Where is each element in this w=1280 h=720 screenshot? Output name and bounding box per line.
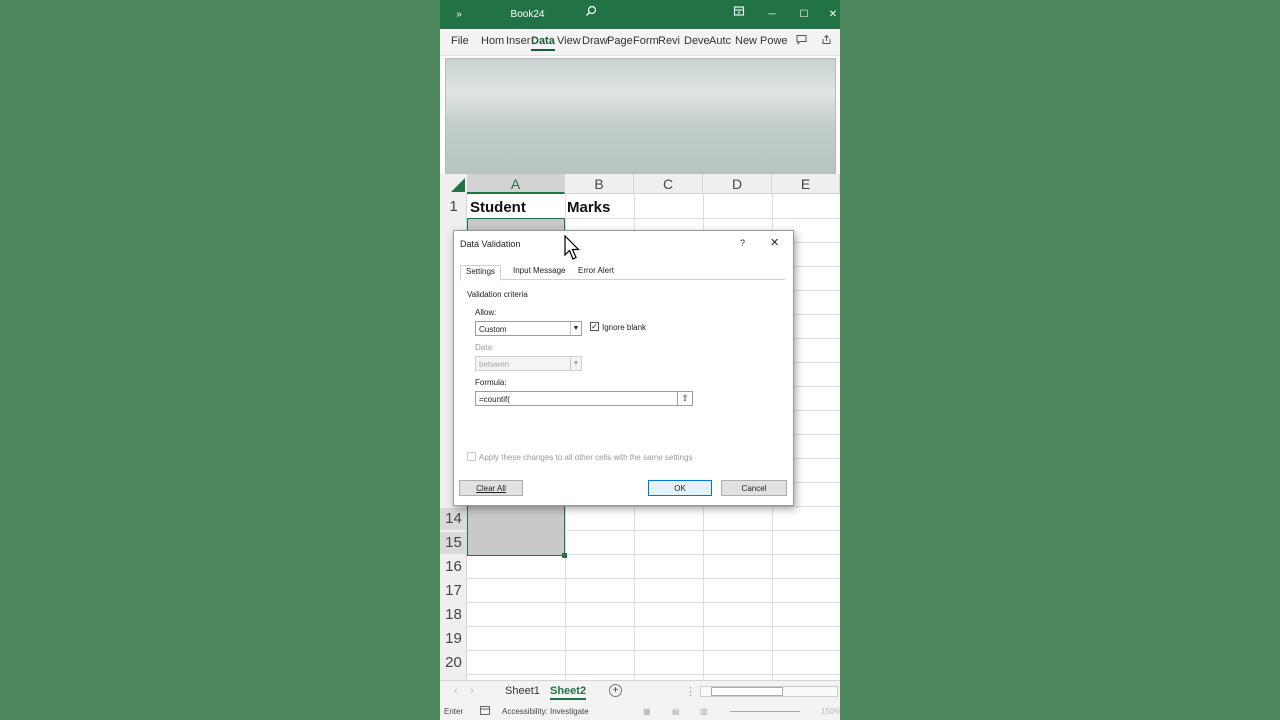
- row-header-20[interactable]: 20: [440, 652, 467, 674]
- dialog-tabs: Settings Input Message Error Alert: [460, 265, 785, 281]
- mouse-cursor-icon: [564, 234, 580, 266]
- tab-insert[interactable]: Inser: [506, 35, 530, 47]
- tab-formulas[interactable]: Form: [633, 35, 659, 47]
- chevron-down-icon: ▼: [570, 322, 581, 335]
- title-bar: » Book24 ─ ☐ ✕: [440, 0, 840, 29]
- cell-b1[interactable]: Marks: [567, 199, 610, 216]
- tab-new[interactable]: New: [735, 35, 757, 47]
- zoom-slider[interactable]: [730, 711, 800, 712]
- ignore-blank-label: Ignore blank: [602, 323, 647, 332]
- tab-input-message[interactable]: Input Message: [508, 265, 570, 279]
- status-bar: Enter Accessibility: Investigate ▦ ▤ ▥ 1…: [440, 702, 840, 720]
- ribbon-display-icon[interactable]: [730, 0, 748, 29]
- ignore-blank-checkbox[interactable]: ✓: [590, 322, 599, 331]
- workbook-title: Book24: [510, 9, 545, 20]
- tab-home[interactable]: Hom: [481, 35, 504, 47]
- zoom-level[interactable]: 150%: [821, 707, 840, 716]
- comment-icon[interactable]: [793, 34, 809, 50]
- workbook-stats-icon[interactable]: [480, 706, 490, 717]
- data-validation-dialog: Data Validation ? ✕ Settings Input Messa…: [453, 230, 794, 506]
- apply-to-all-label: Apply these changes to all other cells w…: [479, 453, 693, 462]
- split-handle-icon[interactable]: ⋮: [685, 685, 696, 698]
- sheet-nav-next-icon[interactable]: ›: [470, 685, 474, 697]
- accessibility-status[interactable]: Accessibility: Investigate: [502, 707, 589, 716]
- share-icon[interactable]: [818, 34, 834, 50]
- page-break-icon[interactable]: ▥: [700, 707, 708, 716]
- maximize-button[interactable]: ☐: [794, 0, 814, 29]
- search-icon[interactable]: [582, 0, 600, 29]
- sheet-nav-prev-icon[interactable]: ‹: [454, 685, 458, 697]
- tab-settings[interactable]: Settings: [460, 265, 501, 281]
- row-header-15[interactable]: 15: [440, 532, 467, 554]
- formula-input[interactable]: =countif( ⇧: [475, 391, 693, 406]
- normal-view-icon[interactable]: ▦: [643, 707, 651, 716]
- tab-page-layout[interactable]: Page: [607, 35, 633, 47]
- collapse-dialog-icon[interactable]: ⇧: [677, 392, 692, 405]
- column-header-c[interactable]: C: [634, 174, 703, 194]
- help-button[interactable]: ?: [740, 238, 745, 248]
- formula-input-value: =countif(: [479, 395, 510, 404]
- add-sheet-button[interactable]: +: [609, 684, 622, 697]
- sheet-tab-bar: ‹ › Sheet1 Sheet2 + ⋮: [440, 680, 840, 703]
- column-header-a[interactable]: A: [467, 174, 565, 194]
- tab-draw[interactable]: Draw: [582, 35, 608, 47]
- column-header-e[interactable]: E: [772, 174, 840, 194]
- tab-view[interactable]: View: [557, 35, 581, 47]
- validation-criteria-label: Validation criteria: [467, 290, 528, 299]
- row-header-17[interactable]: 17: [440, 580, 467, 602]
- dialog-close-button[interactable]: ✕: [770, 236, 779, 249]
- data-label: Data:: [475, 343, 495, 352]
- excel-window: » Book24 ─ ☐ ✕ File Hom Inser Data View …: [440, 0, 840, 720]
- row-header-14[interactable]: 14: [440, 508, 467, 530]
- chevron-down-icon: ▼: [570, 357, 581, 370]
- tab-error-alert[interactable]: Error Alert: [573, 265, 619, 279]
- tab-review[interactable]: Revi: [658, 35, 680, 47]
- data-select[interactable]: between ▼: [475, 356, 582, 371]
- status-mode: Enter: [444, 707, 464, 716]
- allow-select[interactable]: Custom ▼: [475, 321, 582, 336]
- tab-data[interactable]: Data: [531, 35, 555, 51]
- dialog-title: Data Validation: [460, 239, 521, 249]
- row-header-16[interactable]: 16: [440, 556, 467, 578]
- cell-a1[interactable]: Student: [470, 199, 526, 216]
- clear-all-button[interactable]: Clear All: [459, 480, 523, 496]
- column-header-d[interactable]: D: [703, 174, 772, 194]
- allow-label: Allow:: [475, 308, 497, 317]
- allow-select-value: Custom: [479, 325, 507, 334]
- sheet-tab-sheet1[interactable]: Sheet1: [505, 685, 540, 697]
- ok-button[interactable]: OK: [648, 480, 712, 496]
- close-button[interactable]: ✕: [826, 0, 840, 29]
- apply-to-all-checkbox[interactable]: [467, 452, 476, 461]
- tab-developer[interactable]: Deve: [684, 35, 710, 47]
- tab-power[interactable]: Powe: [760, 35, 788, 47]
- tab-automate[interactable]: Autc: [709, 35, 731, 47]
- scrollbar-thumb[interactable]: [711, 687, 783, 696]
- sheet-tab-sheet2[interactable]: Sheet2: [550, 685, 587, 700]
- row-header-1[interactable]: 1: [440, 196, 467, 218]
- row-header-19[interactable]: 19: [440, 628, 467, 650]
- row-header-18[interactable]: 18: [440, 604, 467, 626]
- ribbon-tabs: File Hom Inser Data View Draw Page Form …: [440, 29, 840, 56]
- data-select-value: between: [479, 360, 510, 369]
- ribbon-panel: [445, 58, 836, 175]
- tab-file[interactable]: File: [451, 35, 469, 47]
- select-all-corner[interactable]: [440, 174, 468, 195]
- horizontal-scrollbar[interactable]: [700, 686, 838, 697]
- cancel-button[interactable]: Cancel: [721, 480, 787, 496]
- fill-handle[interactable]: [562, 553, 567, 558]
- more-commands-button[interactable]: »: [450, 0, 468, 29]
- page-layout-icon[interactable]: ▤: [672, 707, 680, 716]
- minimize-button[interactable]: ─: [762, 0, 782, 29]
- column-header-b[interactable]: B: [565, 174, 634, 194]
- formula-label: Formula:: [475, 378, 507, 387]
